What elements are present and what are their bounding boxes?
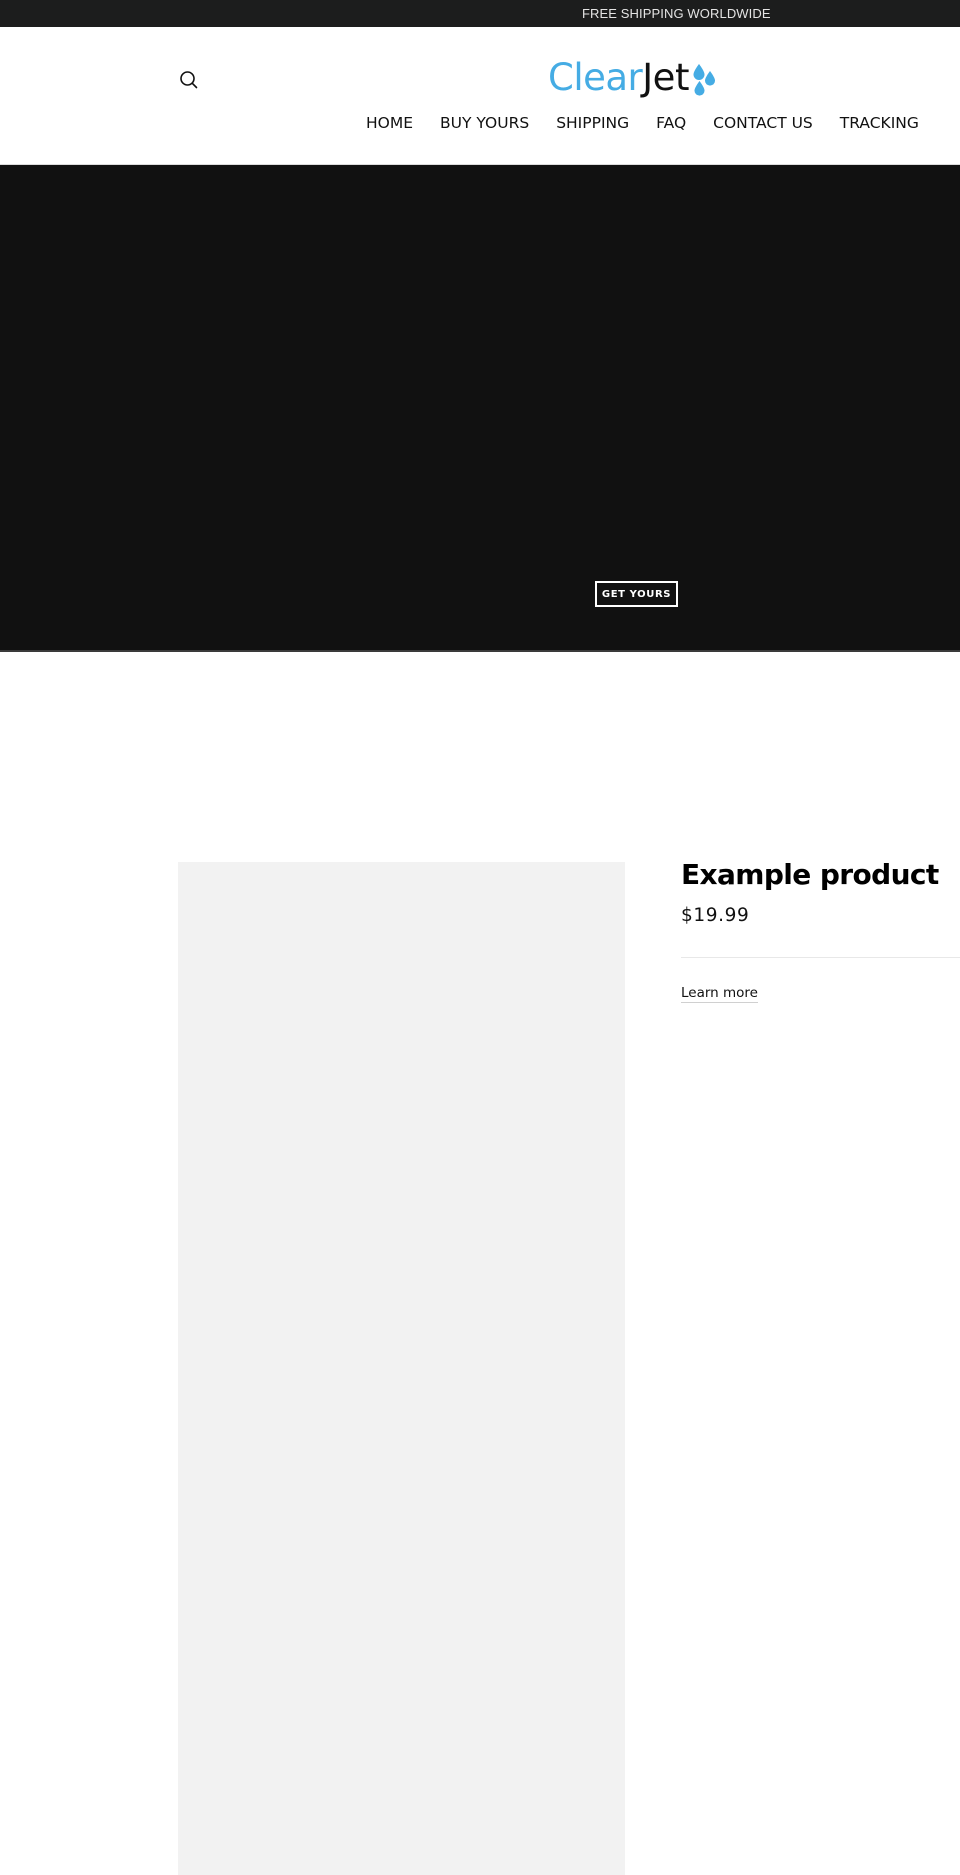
nav-item-faq[interactable]: FAQ: [656, 113, 686, 133]
search-icon: [180, 71, 198, 89]
product-price: $19.99: [681, 905, 750, 926]
announcement-text: FREE SHIPPING WORLDWIDE: [582, 6, 771, 21]
divider: [681, 957, 960, 958]
water-droplets-icon: [693, 64, 715, 96]
site-logo[interactable]: Clear Jet: [548, 57, 717, 99]
logo-text-jet: Jet: [642, 56, 689, 99]
logo-text-clear: Clear: [548, 56, 643, 99]
nav-item-home[interactable]: HOME: [366, 113, 413, 133]
product-image-placeholder: [178, 862, 625, 1875]
announcement-bar: FREE SHIPPING WORLDWIDE: [0, 0, 960, 27]
nav-item-tracking[interactable]: TRACKING: [840, 113, 919, 133]
search-button[interactable]: [178, 69, 200, 91]
nav-item-shipping[interactable]: SHIPPING: [556, 113, 629, 133]
learn-more-link[interactable]: Learn more: [681, 985, 758, 1003]
get-yours-button[interactable]: GET YOURS: [595, 581, 678, 607]
main-nav: HOME BUY YOURS SHIPPING FAQ CONTACT US T…: [366, 113, 919, 133]
site-header: Clear Jet HOME BUY YOURS SHIPPING FAQ CO…: [0, 27, 960, 165]
nav-item-buy-yours[interactable]: BUY YOURS: [440, 113, 529, 133]
nav-item-contact-us[interactable]: CONTACT US: [713, 113, 813, 133]
hero-banner: GET YOURS: [0, 165, 960, 652]
product-title: Example product: [681, 858, 939, 891]
